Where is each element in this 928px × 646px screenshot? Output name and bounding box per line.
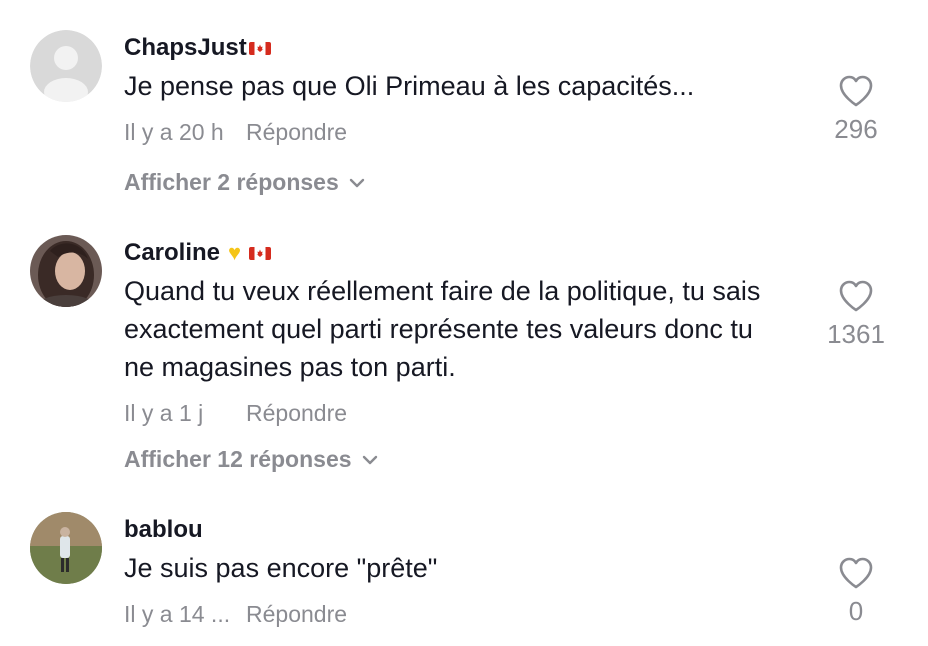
comment-timestamp: Il y a 20 h	[124, 119, 224, 145]
comment-username[interactable]: ChapsJust	[124, 34, 271, 62]
comment-meta: Il y a 1 j Répondre	[124, 400, 347, 427]
heart-outline-icon[interactable]	[838, 556, 874, 590]
avatar-photo[interactable]	[30, 512, 102, 584]
chevron-down-icon	[349, 178, 364, 187]
avatar-outdoor-photo	[30, 512, 102, 584]
username-text: bablou	[124, 516, 203, 543]
show-replies-button[interactable]: Afficher 2 réponses	[124, 169, 365, 196]
show-replies-label: Afficher 12 réponses	[124, 446, 352, 472]
avatar-woman-photo	[30, 235, 102, 307]
reply-button[interactable]: Répondre	[246, 400, 347, 427]
comment-username[interactable]: bablou	[124, 516, 203, 544]
reply-button[interactable]: Répondre	[246, 601, 347, 628]
reply-button[interactable]: Répondre	[246, 119, 347, 146]
like-count: 1361	[827, 319, 885, 349]
username-text: Caroline	[124, 239, 221, 266]
like-control: 296	[820, 74, 892, 145]
comment-timestamp: Il y a 14 ...	[124, 601, 231, 627]
default-avatar-icon	[30, 30, 102, 102]
comment-meta: Il y a 14 ... Répondre	[124, 601, 347, 628]
show-replies-button[interactable]: Afficher 12 réponses	[124, 446, 378, 473]
chevron-down-icon	[362, 455, 377, 464]
like-count: 0	[848, 596, 864, 626]
comment-text: Quand tu veux réellement faire de la pol…	[124, 276, 761, 382]
show-replies-label: Afficher 2 réponses	[124, 169, 339, 195]
canada-flag-icon	[249, 246, 272, 260]
heart-outline-icon[interactable]	[838, 74, 874, 108]
heart-outline-icon[interactable]	[838, 279, 874, 313]
comment-text: Je pense pas que Oli Primeau à les capac…	[124, 71, 695, 101]
comment-meta: Il y a 20 h Répondre	[124, 119, 347, 146]
yellow-heart-emoji-icon: ♥	[228, 240, 242, 265]
avatar-default[interactable]	[30, 30, 102, 102]
like-control: 0	[820, 556, 892, 627]
comment-text: Je suis pas encore "prête"	[124, 553, 438, 583]
comment-username[interactable]: Caroline ♥	[124, 239, 272, 267]
like-control: 1361	[820, 279, 892, 350]
canada-flag-icon	[248, 41, 271, 55]
username-text: ChapsJust	[124, 34, 247, 61]
comment-timestamp: Il y a 1 j	[124, 400, 204, 426]
like-count: 296	[834, 114, 878, 144]
avatar-photo[interactable]	[30, 235, 102, 307]
